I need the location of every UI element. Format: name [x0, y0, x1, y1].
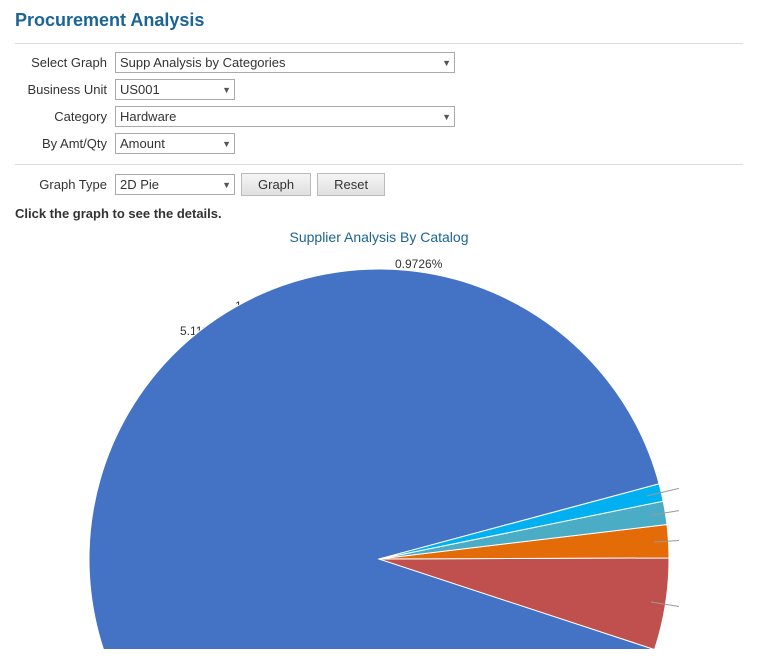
category-wrapper: Hardware Software Services: [115, 106, 455, 127]
select-graph-dropdown[interactable]: Supp Analysis by Categories Supplier Ana…: [115, 52, 455, 73]
click-hint: Click the graph to see the details.: [15, 206, 743, 221]
category-row: Category Hardware Software Services: [15, 106, 743, 127]
by-amt-qty-label: By Amt/Qty: [15, 136, 115, 151]
graph-type-wrapper: 2D Pie 3D Pie Bar Line: [115, 174, 235, 195]
business-unit-wrapper: US001 US002: [115, 79, 235, 100]
category-label: Category: [15, 109, 115, 124]
select-graph-wrapper: Supp Analysis by Categories Supplier Ana…: [115, 52, 455, 73]
select-graph-label: Select Graph: [15, 55, 115, 70]
divider-top: [15, 43, 743, 44]
select-graph-row: Select Graph Supp Analysis by Categories…: [15, 52, 743, 73]
by-amt-qty-wrapper: Amount Quantity: [115, 133, 235, 154]
graph-type-row: Graph Type 2D Pie 3D Pie Bar Line Graph …: [15, 173, 743, 196]
divider-middle: [15, 164, 743, 165]
reset-button[interactable]: Reset: [317, 173, 385, 196]
graph-button[interactable]: Graph: [241, 173, 311, 196]
by-amt-qty-row: By Amt/Qty Amount Quantity: [15, 133, 743, 154]
by-amt-qty-dropdown[interactable]: Amount Quantity: [115, 133, 235, 154]
business-unit-row: Business Unit US001 US002: [15, 79, 743, 100]
graph-type-dropdown[interactable]: 2D Pie 3D Pie Bar Line: [115, 174, 235, 195]
page-container: Procurement Analysis Select Graph Supp A…: [0, 0, 758, 669]
chart-area[interactable]: Supplier Analysis By Catalog 0.9726% 1.2…: [15, 229, 743, 659]
category-dropdown[interactable]: Hardware Software Services: [115, 106, 455, 127]
business-unit-label: Business Unit: [15, 82, 115, 97]
chart-title: Supplier Analysis By Catalog: [290, 229, 469, 245]
graph-type-label: Graph Type: [15, 177, 115, 192]
form-section: Select Graph Supp Analysis by Categories…: [15, 52, 743, 154]
page-title: Procurement Analysis: [15, 10, 743, 31]
pie-chart[interactable]: [79, 249, 679, 652]
business-unit-dropdown[interactable]: US001 US002: [115, 79, 235, 100]
